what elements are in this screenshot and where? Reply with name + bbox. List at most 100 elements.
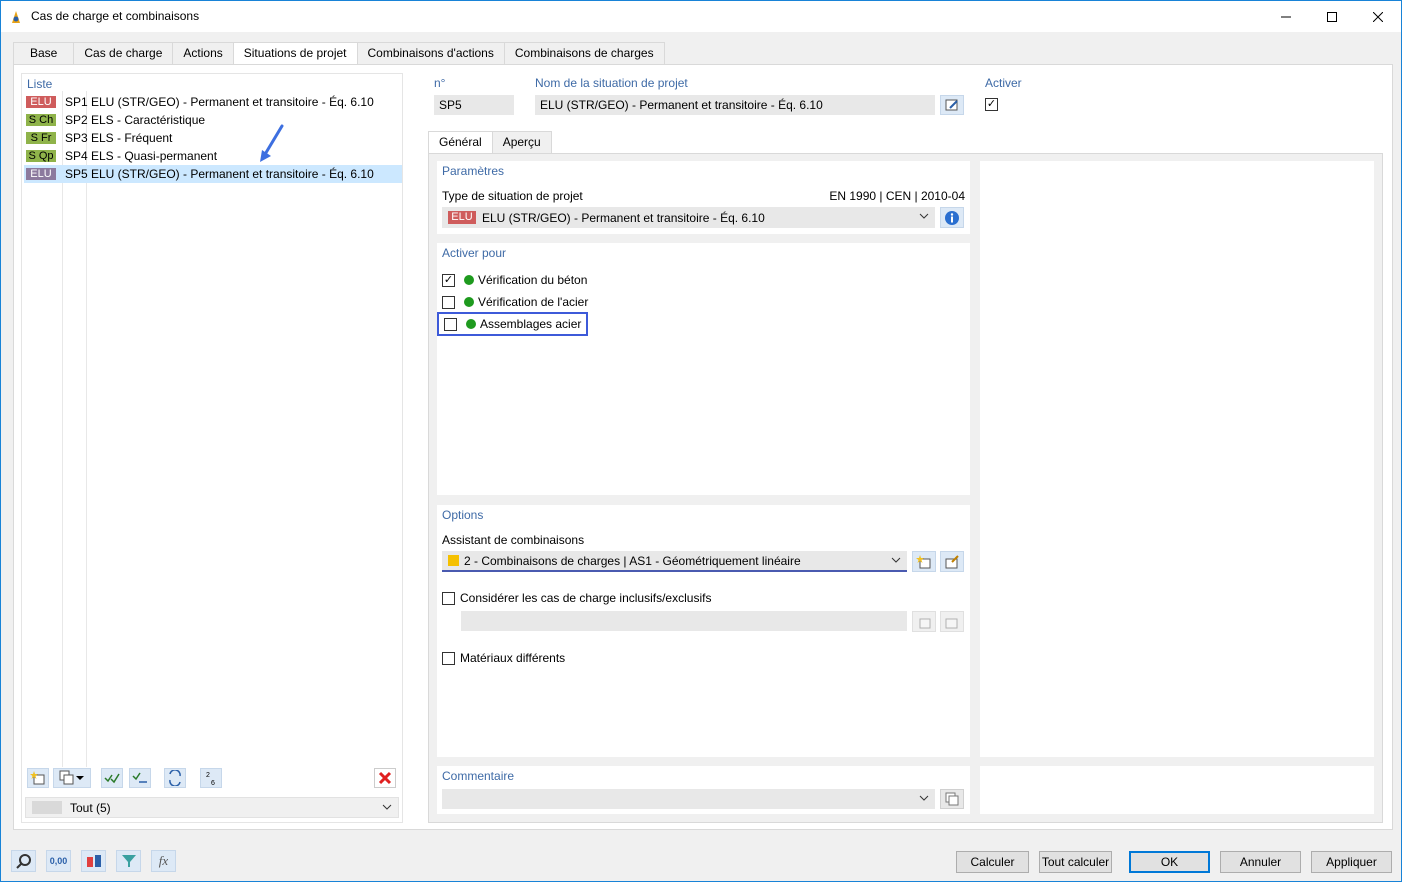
list-item-id: SP1 [65, 95, 88, 109]
calculer-button[interactable]: Calculer [956, 851, 1029, 873]
situation-type-badge: S Fr [26, 132, 56, 144]
model-display-icon [86, 855, 101, 867]
annuler-button[interactable]: Annuler [1220, 851, 1301, 873]
filter-button[interactable] [116, 850, 141, 872]
renumber-button[interactable] [164, 768, 186, 788]
list-item[interactable]: S Fr SP3 ELS - Fréquent [24, 129, 402, 147]
list-item-selected[interactable]: ELU SP5 ELU (STR/GEO) - Permanent et tra… [24, 165, 402, 183]
list-item-name: ELU (STR/GEO) - Permanent et transitoire… [91, 167, 374, 181]
main-tabs: Base Cas de charge Actions Situations de… [13, 42, 665, 65]
comment-side-panel [980, 766, 1374, 814]
sort-numbering-button[interactable]: 26 [200, 768, 222, 788]
list-item[interactable]: ELU SP1 ELU (STR/GEO) - Permanent et tra… [24, 93, 402, 111]
list-header: Liste [27, 77, 53, 91]
wizard-color-swatch [448, 555, 459, 566]
edit-icon [945, 99, 958, 111]
dialog-window: Cas de charge et combinaisons Base Cas d… [0, 0, 1402, 882]
copy-item-dropdown-button[interactable] [53, 768, 91, 788]
info-icon [945, 210, 959, 225]
situation-type-select[interactable]: ELU ELU (STR/GEO) - Permanent et transit… [442, 207, 935, 228]
filter-color-swatch [32, 801, 62, 814]
number-input[interactable]: SP5 [434, 95, 514, 115]
tab-base[interactable]: Base [13, 42, 75, 64]
tab-general[interactable]: Général [428, 131, 493, 154]
inclusive-exclusive-checkbox[interactable] [442, 591, 455, 605]
delete-item-button[interactable] [374, 768, 396, 788]
list-column-divider [62, 91, 63, 767]
numeric-units-button[interactable]: 0,00 [46, 850, 71, 872]
appliquer-button[interactable]: Appliquer [1311, 851, 1392, 873]
maximize-icon [1327, 11, 1337, 22]
toggle-check-button[interactable] [129, 768, 151, 788]
maximize-button[interactable] [1309, 1, 1355, 32]
list-item[interactable]: S Ch SP2 ELS - Caractéristique [24, 111, 402, 129]
options-section: Options Assistant de combinaisons 2 - Co… [437, 505, 970, 757]
edit-wizard-button[interactable] [940, 551, 964, 572]
tout-calculer-button[interactable]: Tout calculer [1039, 851, 1112, 873]
title-bar: Cas de charge et combinaisons [1, 1, 1401, 32]
tab-situations-de-projet[interactable]: Situations de projet [232, 42, 358, 65]
edit-name-button[interactable] [940, 95, 964, 115]
svg-text:2: 2 [206, 772, 210, 779]
chevron-down-icon [919, 795, 929, 801]
list-item-id: SP2 [65, 113, 88, 127]
tab-cas-de-charge[interactable]: Cas de charge [73, 42, 174, 64]
chevron-down-icon [76, 776, 84, 780]
steel-joints-checkbox[interactable] [444, 317, 457, 331]
name-field-group: Nom de la situation de projet ELU (STR/G… [529, 73, 970, 121]
tab-combinaisons-actions[interactable]: Combinaisons d'actions [356, 42, 505, 64]
svg-text:6: 6 [211, 780, 215, 786]
tab-apercu[interactable]: Aperçu [491, 131, 552, 153]
steel-joints-option[interactable]: Assemblages acier [437, 312, 589, 336]
info-button[interactable] [940, 207, 964, 228]
inclusive-exclusive-option[interactable]: Considérer les cas de charge inclusifs/e… [442, 589, 711, 607]
steel-design-checkbox[interactable] [442, 295, 455, 309]
function-button[interactable]: fx [151, 850, 176, 872]
activate-checkbox[interactable]: ✓ [985, 98, 998, 111]
list-filter-select[interactable]: Tout (5) [25, 797, 399, 818]
comment-input[interactable] [442, 789, 935, 809]
status-dot-icon [466, 319, 476, 329]
different-materials-option[interactable]: Matériaux différents [442, 649, 565, 667]
close-button[interactable] [1355, 1, 1401, 32]
tab-actions[interactable]: Actions [172, 42, 234, 64]
model-display-button[interactable] [81, 850, 106, 872]
check-all-icon [104, 773, 120, 784]
different-materials-checkbox[interactable] [442, 651, 455, 665]
comment-library-button[interactable] [940, 789, 964, 809]
search-button[interactable] [11, 850, 36, 872]
concrete-design-label: Vérification du béton [478, 273, 588, 287]
steel-design-option[interactable]: Vérification de l'acier [442, 293, 588, 311]
edit-inclusive-button[interactable] [940, 611, 964, 632]
close-icon [1373, 11, 1383, 22]
new-item-button[interactable] [27, 768, 49, 788]
toggle-check-icon [132, 772, 147, 783]
activate-field-group: Activer ✓ [980, 73, 1383, 121]
minimize-button[interactable] [1263, 1, 1309, 32]
window-title: Cas de charge et combinaisons [31, 9, 200, 23]
name-input[interactable]: ELU (STR/GEO) - Permanent et transitoire… [535, 95, 935, 115]
tab-combinaisons-charges[interactable]: Combinaisons de charges [503, 42, 665, 64]
inclusive-exclusive-select[interactable] [461, 611, 907, 631]
inclusive-exclusive-label: Considérer les cas de charge inclusifs/e… [460, 591, 712, 605]
design-situation-list-panel: Liste ELU SP1 ELU (STR/GEO) - Permanent … [21, 73, 403, 823]
new-inclusive-button[interactable] [912, 611, 936, 632]
sort-numbers-icon: 26 [206, 772, 215, 786]
combination-wizard-select[interactable]: 2 - Combinaisons de charges | AS1 - Géom… [442, 551, 907, 572]
minimize-icon [1281, 16, 1291, 17]
situation-type-label: Type de situation de projet [442, 189, 583, 203]
list-item-name: ELS - Quasi-permanent [91, 149, 218, 163]
list-item-name: ELU (STR/GEO) - Permanent et transitoire… [91, 95, 374, 109]
commentaire-title: Commentaire [442, 769, 515, 783]
situation-type-badge: ELU [26, 168, 56, 180]
list-column-divider [86, 91, 87, 767]
check-all-button[interactable] [101, 768, 123, 788]
app-icon [12, 11, 20, 23]
list-item[interactable]: S Qp SP4 ELS - Quasi-permanent [24, 147, 402, 165]
ok-button[interactable]: OK [1129, 851, 1210, 873]
concrete-design-option[interactable]: ✓ Vérification du béton [442, 271, 587, 289]
concrete-design-checkbox[interactable]: ✓ [442, 273, 455, 287]
chevron-down-icon [891, 557, 901, 563]
new-wizard-button[interactable] [912, 551, 936, 572]
list-item-name: ELS - Caractéristique [91, 113, 206, 127]
